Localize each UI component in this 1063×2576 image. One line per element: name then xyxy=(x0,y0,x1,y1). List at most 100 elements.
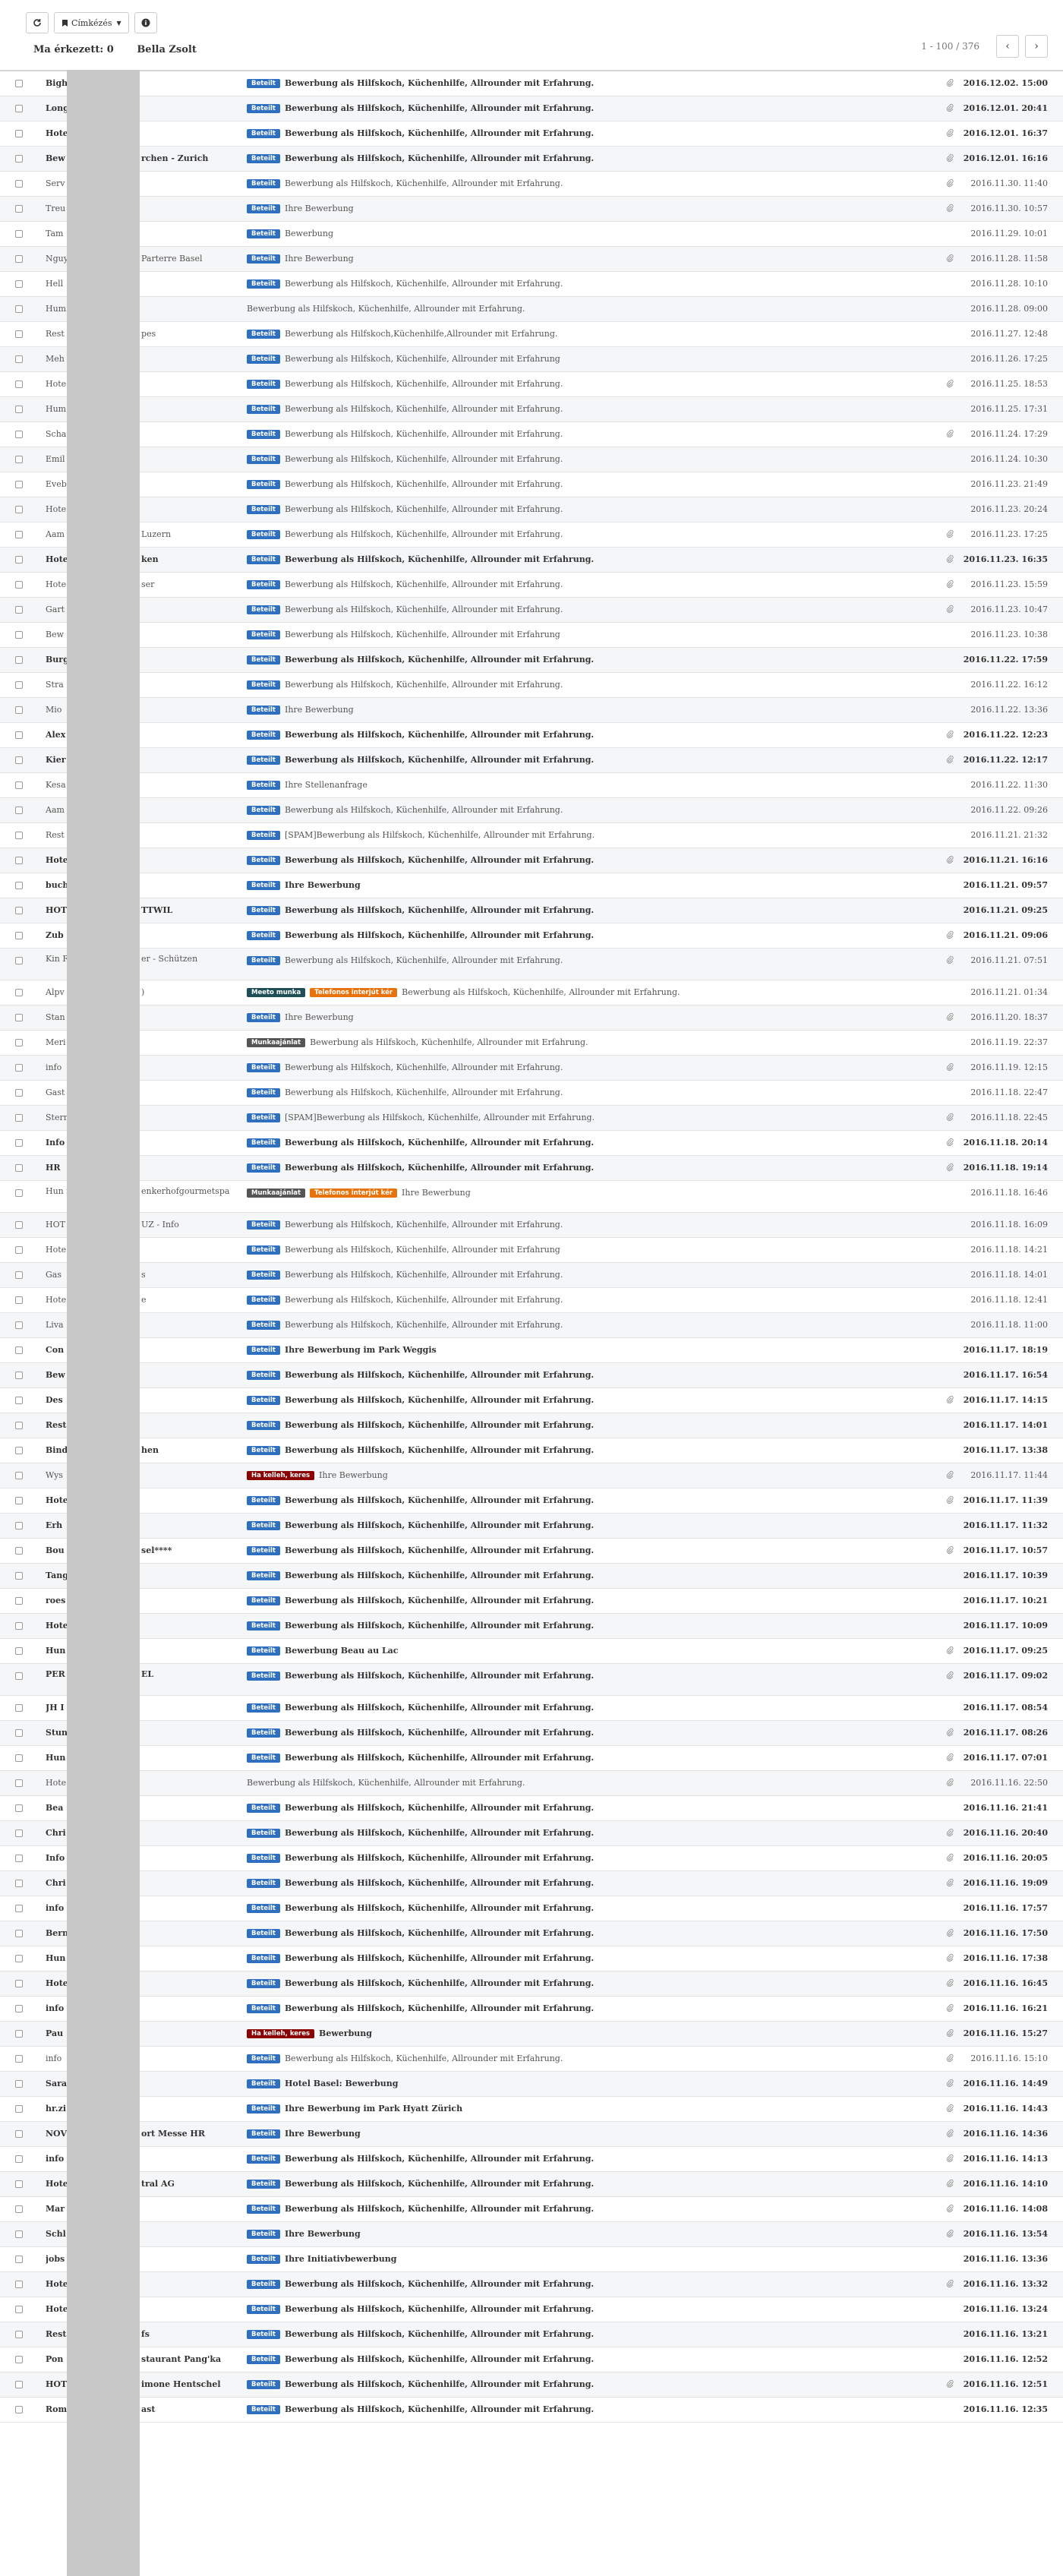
row-checkbox[interactable] xyxy=(15,305,23,313)
row-checkbox[interactable] xyxy=(15,1572,23,1580)
row-checkbox[interactable] xyxy=(15,2230,23,2238)
row-checkbox[interactable] xyxy=(15,406,23,413)
info-button[interactable] xyxy=(134,12,157,33)
message-row[interactable]: Tam Beteilt Bewerbung 2016.11.29. 10:01 xyxy=(0,222,1063,247)
message-row[interactable]: buch Beteilt Ihre Bewerbung 2016.11.21. 09:… xyxy=(0,873,1063,898)
row-checkbox[interactable] xyxy=(15,1930,23,1937)
message-row[interactable]: Con Beteilt Ihre Bewerbung im Park Weggis 2… xyxy=(0,1338,1063,1363)
row-checkbox[interactable] xyxy=(15,180,23,188)
message-row[interactable]: Bind hen Beteilt Bewerbung als Hilfskoch, K… xyxy=(0,1438,1063,1463)
message-row[interactable]: Bea Beteilt Bewerbung als Hilfskoch, Küche… xyxy=(0,1796,1063,1821)
row-checkbox[interactable] xyxy=(15,2306,23,2313)
message-row[interactable]: Hote Beteilt Bewerbung als Hilfskoch, Küch… xyxy=(0,1238,1063,1263)
row-checkbox[interactable] xyxy=(15,907,23,914)
message-row[interactable]: Sara Beteilt Hotel Basel: Bewerbung 2016.11… xyxy=(0,2072,1063,2097)
message-row[interactable]: Bern Beteilt Bewerbung als Hilfskoch, Küch… xyxy=(0,1921,1063,1946)
message-row[interactable]: Hum Beteilt Bewerbung als Hilfskoch, Küche… xyxy=(0,397,1063,422)
message-row[interactable]: Hote Beteilt Bewerbung als Hilfskoch, Küch… xyxy=(0,1488,1063,1514)
row-checkbox[interactable] xyxy=(15,2205,23,2213)
row-checkbox[interactable] xyxy=(15,957,23,964)
row-checkbox[interactable] xyxy=(15,380,23,388)
message-row[interactable]: Hote Beteilt Bewerbung als Hilfskoch, Küch… xyxy=(0,1614,1063,1639)
message-row[interactable]: Hote Beteilt Bewerbung als Hilfskoch, Küch… xyxy=(0,2272,1063,2297)
message-row[interactable]: Info Beteilt Bewerbung als Hilfskoch, Küch… xyxy=(0,1131,1063,1156)
row-checkbox[interactable] xyxy=(15,706,23,714)
row-checkbox[interactable] xyxy=(15,280,23,288)
row-checkbox[interactable] xyxy=(15,1372,23,1379)
row-checkbox[interactable] xyxy=(15,1497,23,1504)
message-row[interactable]: Hun reso enkerhofgourmetspa Munkaajánlat Te… xyxy=(0,1181,1063,1213)
message-row[interactable]: Gart Beteilt Bewerbung als Hilfskoch, Küch… xyxy=(0,598,1063,623)
row-checkbox[interactable] xyxy=(15,2105,23,2113)
row-checkbox[interactable] xyxy=(15,2381,23,2388)
row-checkbox[interactable] xyxy=(15,1346,23,1354)
row-checkbox[interactable] xyxy=(15,2406,23,2413)
row-checkbox[interactable] xyxy=(15,1729,23,1737)
row-checkbox[interactable] xyxy=(15,1597,23,1605)
row-checkbox[interactable] xyxy=(15,1189,23,1197)
message-row[interactable]: Rest Beteilt [SPAM]Bewerbung als Hilfskoch… xyxy=(0,823,1063,848)
message-row[interactable]: Pon staurant Pang'ka Beteilt Bewerbung als … xyxy=(0,2347,1063,2372)
message-row[interactable]: Hote Beteilt Bewerbung als Hilfskoch, Küch… xyxy=(0,848,1063,873)
message-row[interactable]: Kesa Beteilt Ihre Stellenanfrage 2016.11.22… xyxy=(0,773,1063,798)
row-checkbox[interactable] xyxy=(15,1014,23,1021)
message-row[interactable]: info Beteilt Bewerbung als Hilfskoch, Küch… xyxy=(0,1056,1063,1081)
row-checkbox[interactable] xyxy=(15,330,23,338)
message-row[interactable]: Bou sel**** Beteilt Bewerbung als Hilfskoch… xyxy=(0,1539,1063,1564)
message-row[interactable]: Alex Beteilt Bewerbung als Hilfskoch, Küch… xyxy=(0,723,1063,748)
row-checkbox[interactable] xyxy=(15,1647,23,1655)
row-checkbox[interactable] xyxy=(15,481,23,488)
tag-dropdown-button[interactable]: Címkézés ▼ xyxy=(54,12,129,33)
message-row[interactable]: Des Beteilt Bewerbung als Hilfskoch, Küche… xyxy=(0,1388,1063,1413)
message-row[interactable]: Stra Beteilt Bewerbung als Hilfskoch, Küch… xyxy=(0,673,1063,698)
message-row[interactable]: Hote ser Beteilt Bewerbung als Hilfskoch, K… xyxy=(0,573,1063,598)
message-row[interactable]: Rest pes Beteilt Bewerbung als Hilfskoch,Kü… xyxy=(0,322,1063,347)
row-checkbox[interactable] xyxy=(15,832,23,839)
row-checkbox[interactable] xyxy=(15,932,23,939)
message-row[interactable]: Eveb Beteilt Bewerbung als Hilfskoch, Küch… xyxy=(0,472,1063,497)
message-row[interactable]: Scha Beteilt Bewerbung als Hilfskoch, Küch… xyxy=(0,422,1063,447)
message-row[interactable]: Bew rchen - Zurich Beteilt Bewerbung als Hi… xyxy=(0,147,1063,172)
message-row[interactable]: Chri Beteilt Bewerbung als Hilfskoch, Küch… xyxy=(0,1871,1063,1896)
message-row[interactable]: Mar Beteilt Bewerbung als Hilfskoch, Küche… xyxy=(0,2197,1063,2222)
message-row[interactable]: Hote Beteilt Bewerbung als Hilfskoch, Küch… xyxy=(0,2297,1063,2322)
message-row[interactable]: Rom ast Beteilt Bewerbung als Hilfskoch, Kü… xyxy=(0,2398,1063,2423)
message-row[interactable]: Chri Beteilt Bewerbung als Hilfskoch, Küch… xyxy=(0,1821,1063,1846)
row-checkbox[interactable] xyxy=(15,531,23,538)
message-row[interactable]: Hell Beteilt Bewerbung als Hilfskoch, Küch… xyxy=(0,272,1063,297)
row-checkbox[interactable] xyxy=(15,2055,23,2063)
message-row[interactable]: Wys Ha kelleh, keres Ihre Bewerbung 2016.11… xyxy=(0,1463,1063,1488)
row-checkbox[interactable] xyxy=(15,781,23,789)
message-row[interactable]: Serv Beteilt Bewerbung als Hilfskoch, Küch… xyxy=(0,172,1063,197)
message-row[interactable]: Liva Beteilt Bewerbung als Hilfskoch, Küch… xyxy=(0,1313,1063,1338)
message-row[interactable]: HOT TTWIL Beteilt Bewerbung als Hilfskoch, … xyxy=(0,898,1063,923)
message-row[interactable]: Schl Beteilt Ihre Bewerbung 2016.11.16. 13:… xyxy=(0,2222,1063,2247)
message-row[interactable]: Hote tral AG Beteilt Bewerbung als Hilfskoc… xyxy=(0,2172,1063,2197)
row-checkbox[interactable] xyxy=(15,1754,23,1762)
message-row[interactable]: info Beteilt Bewerbung als Hilfskoch, Küch… xyxy=(0,2047,1063,2072)
row-checkbox[interactable] xyxy=(15,456,23,463)
message-row[interactable]: Hote Beteilt Bewerbung als Hilfskoch, Küch… xyxy=(0,122,1063,147)
message-row[interactable]: Hote Beteilt Bewerbung als Hilfskoch, Küch… xyxy=(0,1971,1063,1997)
message-row[interactable]: Hun Beteilt Bewerbung als Hilfskoch, Küche… xyxy=(0,1946,1063,1971)
message-row[interactable]: hr.zi Beteilt Ihre Bewerbung im Park Hyatt… xyxy=(0,2097,1063,2122)
message-row[interactable]: Meh Beteilt Bewerbung als Hilfskoch, Küche… xyxy=(0,347,1063,372)
row-checkbox[interactable] xyxy=(15,2005,23,2012)
refresh-button[interactable] xyxy=(26,12,49,33)
message-row[interactable]: Hote e Beteilt Bewerbung als Hilfskoch, Küc… xyxy=(0,1288,1063,1313)
row-checkbox[interactable] xyxy=(15,2155,23,2163)
row-checkbox[interactable] xyxy=(15,2180,23,2188)
row-checkbox[interactable] xyxy=(15,1829,23,1837)
message-row[interactable]: Hote Beteilt Bewerbung als Hilfskoch, Küch… xyxy=(0,497,1063,522)
row-checkbox[interactable] xyxy=(15,656,23,664)
message-row[interactable]: Aam Luzern Beteilt Bewerbung als Hilfskoch,… xyxy=(0,522,1063,548)
row-checkbox[interactable] xyxy=(15,355,23,363)
row-checkbox[interactable] xyxy=(15,1547,23,1555)
row-checkbox[interactable] xyxy=(15,1164,23,1172)
message-row[interactable]: Hun Beteilt Bewerbung Beau au Lac 2016.11.1… xyxy=(0,1639,1063,1664)
row-checkbox[interactable] xyxy=(15,1422,23,1429)
message-row[interactable]: Hum Bewerbung als Hilfskoch, Küchenhilfe,… xyxy=(0,297,1063,322)
row-checkbox[interactable] xyxy=(15,155,23,163)
message-row[interactable]: JH I Beteilt Bewerbung als Hilfskoch, Küch… xyxy=(0,1696,1063,1721)
message-row[interactable]: info Beteilt Bewerbung als Hilfskoch, Küch… xyxy=(0,1997,1063,2022)
